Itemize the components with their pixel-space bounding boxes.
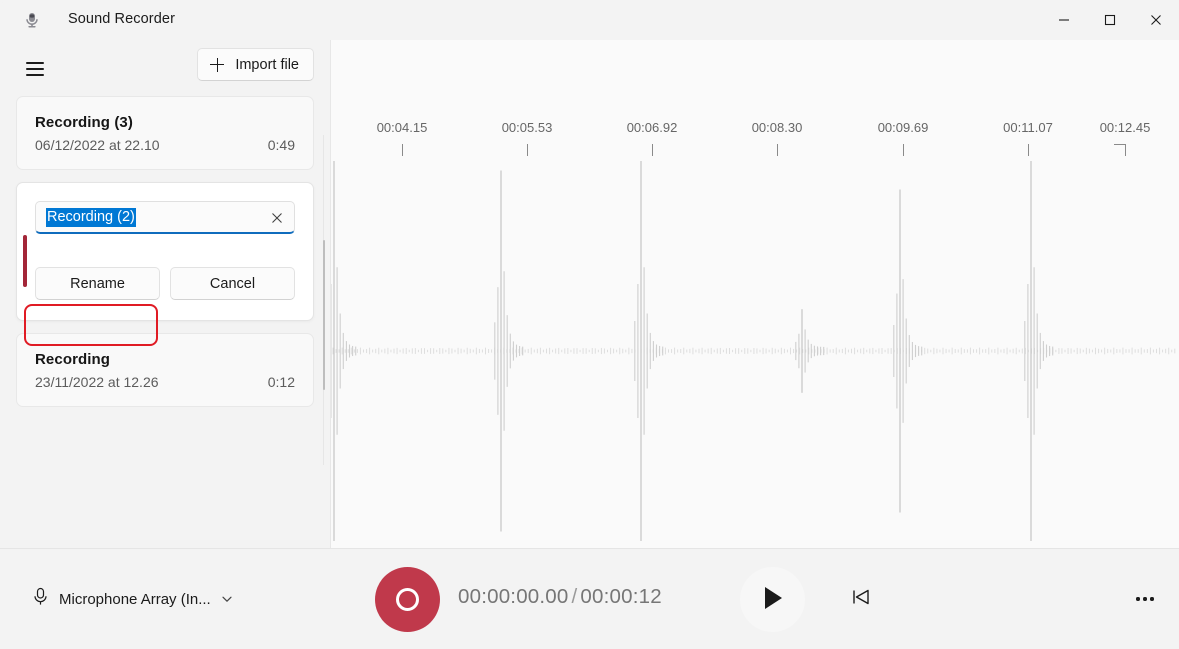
minimize-button[interactable]	[1041, 0, 1087, 40]
microphone-selector[interactable]: Microphone Array (In...	[28, 582, 241, 616]
recording-name: Recording (3)	[35, 114, 133, 131]
rename-input-field[interactable]: Recording (2)	[35, 201, 295, 234]
recording-date: 23/11/2022 at 12.26	[35, 374, 159, 390]
rename-input-value: Recording (2)	[46, 207, 136, 227]
close-button[interactable]	[1133, 0, 1179, 40]
recording-duration: 0:49	[267, 137, 295, 153]
chevron-down-icon	[221, 593, 233, 605]
skip-to-start-button[interactable]	[840, 578, 882, 620]
selection-accent-bar	[23, 235, 27, 287]
current-time: 00:00:00.00	[458, 585, 569, 608]
window-controls	[1041, 0, 1179, 40]
microphone-icon	[22, 10, 42, 30]
list-item[interactable]: Recording (3) 06/12/2022 at 22.10 0:49	[16, 96, 314, 170]
skip-to-start-icon	[850, 586, 872, 613]
rename-dialog-actions: Rename Cancel	[35, 267, 295, 300]
total-time: 00:00:12	[580, 585, 662, 608]
sidebar-toolbar: Import file	[0, 40, 330, 96]
recordings-list: Recording (3) 06/12/2022 at 22.10 0:49 R…	[0, 96, 330, 548]
sidebar-scrollbar-thumb[interactable]	[322, 240, 325, 390]
recording-meta: 06/12/2022 at 22.10 0:49	[35, 137, 295, 153]
list-item[interactable]: Recording 23/11/2022 at 12.26 0:12	[16, 333, 314, 407]
window-title: Sound Recorder	[68, 11, 175, 27]
recording-date: 06/12/2022 at 22.10	[35, 137, 160, 153]
time-display: 00:00:00.00/00:00:12	[458, 585, 662, 609]
rename-dialog: Recording (2) Rename Cancel	[16, 182, 314, 321]
record-icon	[396, 588, 419, 611]
sound-recorder-window: Sound Recorder Import file Recording (3)…	[0, 0, 1179, 649]
recording-meta: 23/11/2022 at 12.26 0:12	[35, 374, 295, 390]
waveform-chart	[331, 161, 1176, 541]
play-button[interactable]	[740, 567, 805, 632]
close-icon[interactable]	[266, 207, 288, 229]
hamburger-icon[interactable]	[22, 56, 48, 82]
record-button[interactable]	[375, 567, 440, 632]
waveform-panel[interactable]: 00:04.15 00:05.53 00:06.92 00:08.30 00:09.69…	[331, 40, 1179, 548]
microphone-icon	[32, 587, 49, 611]
recordings-sidebar: Import file Recording (3) 06/12/2022 at …	[0, 40, 330, 548]
maximize-button[interactable]	[1087, 0, 1133, 40]
microphone-device-label: Microphone Array (In...	[59, 590, 211, 608]
time-separator: /	[571, 585, 578, 608]
recording-name: Recording	[35, 351, 111, 368]
title-bar: Sound Recorder	[0, 0, 1179, 40]
rename-confirm-button[interactable]: Rename	[35, 267, 160, 300]
play-icon	[761, 585, 785, 614]
recording-duration: 0:12	[267, 374, 295, 390]
import-file-label: Import file	[235, 56, 299, 73]
more-dots	[1136, 597, 1154, 601]
plus-icon	[210, 57, 225, 72]
import-file-button[interactable]: Import file	[197, 48, 314, 81]
playback-more-options-button[interactable]	[1124, 578, 1166, 620]
rename-cancel-button[interactable]: Cancel	[170, 267, 295, 300]
